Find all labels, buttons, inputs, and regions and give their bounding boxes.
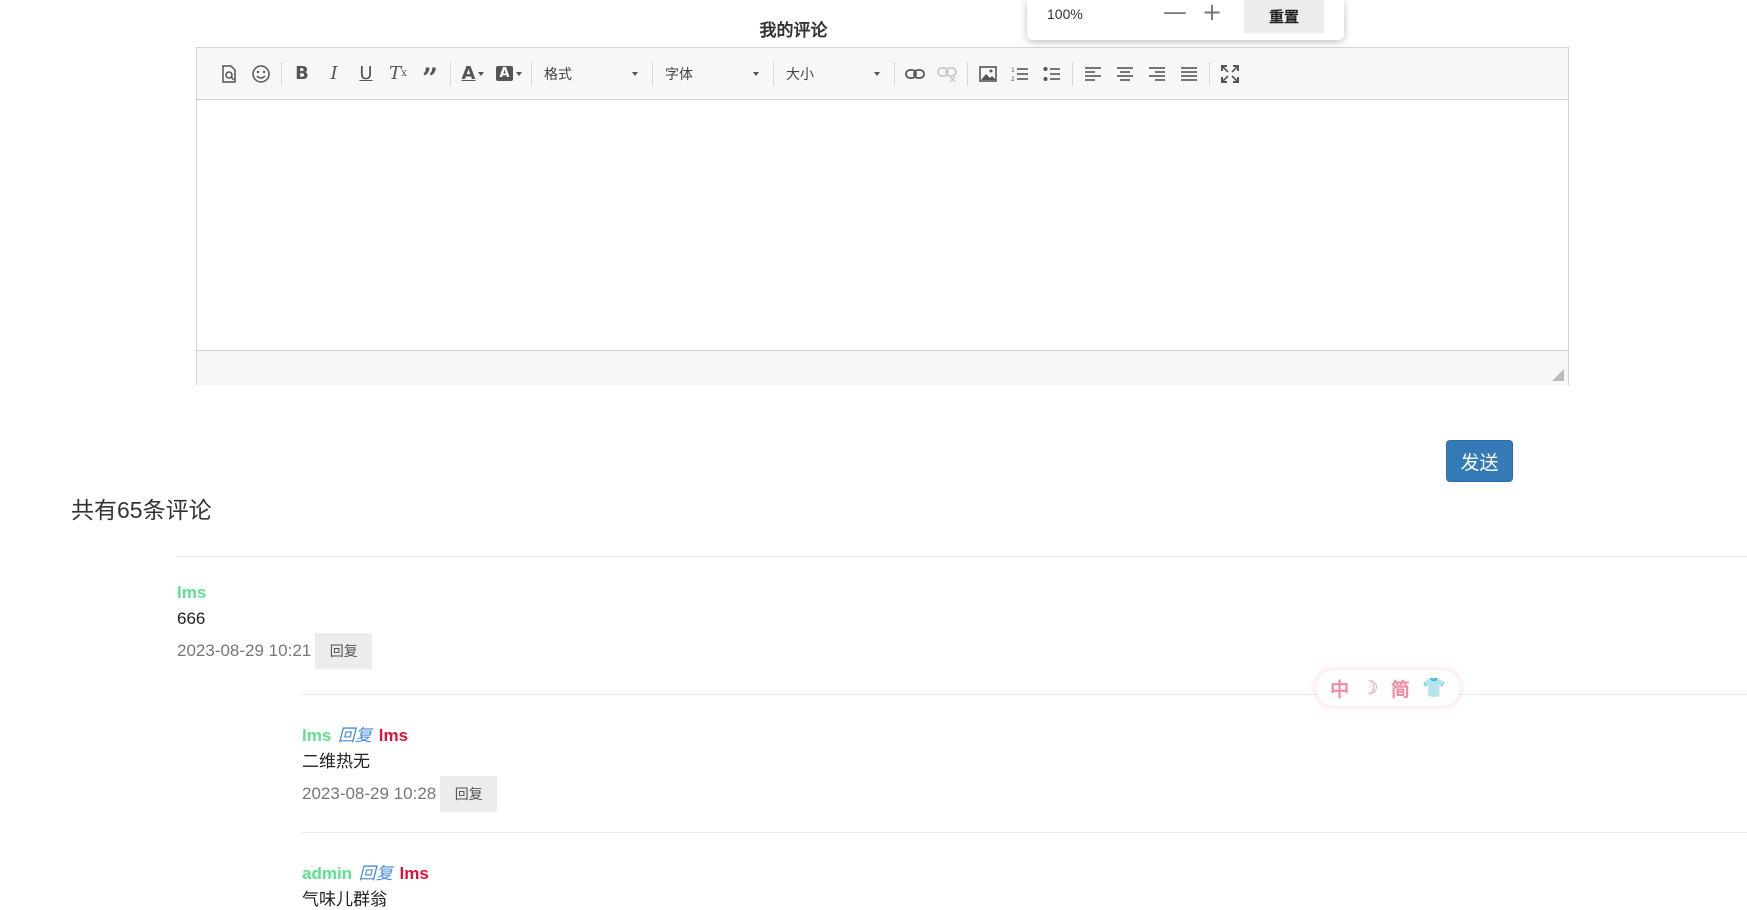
comment-username[interactable]: lms <box>177 583 206 602</box>
toolbar-separator <box>1209 61 1210 86</box>
comment-meta: 2023-08-29 10:28 回复 <box>302 776 498 812</box>
send-button[interactable]: 发送 <box>1446 440 1513 482</box>
reply-button[interactable]: 回复 <box>440 776 498 812</box>
editor-status-bar <box>197 350 1568 385</box>
font-select-label: 字体 <box>665 65 693 82</box>
zoom-level: 100% <box>1047 6 1083 22</box>
emoji-icon[interactable] <box>245 58 277 90</box>
comment-meta: 2023-08-29 10:21 回复 <box>177 633 373 669</box>
simplified-toggle[interactable]: 简 <box>1391 675 1410 702</box>
link-icon[interactable] <box>899 58 931 90</box>
toolbar-separator <box>450 61 451 86</box>
comment-timestamp: 2023-08-29 10:21 <box>177 641 312 660</box>
comment-count: 共有65条评论 <box>71 497 212 523</box>
comment-body: 气味儿群翁 <box>302 890 387 909</box>
comment-divider <box>302 694 1747 695</box>
comment-header: lms 回复 lms <box>302 721 497 746</box>
comment-body: 二维热无 <box>302 752 370 771</box>
comment-item: lms 回复 lms 二维热无 2023-08-29 10:28 回复 <box>302 721 498 812</box>
reply-target-username[interactable]: lms <box>379 726 408 745</box>
svg-text:1: 1 <box>1011 67 1015 74</box>
comment-username[interactable]: admin <box>302 864 352 883</box>
format-select-label: 格式 <box>544 65 572 82</box>
toolbar-separator <box>967 61 968 86</box>
zoom-in-button[interactable]: + <box>1202 0 1222 24</box>
zoom-reset-button[interactable]: 重置 <box>1244 0 1324 33</box>
blockquote-icon[interactable]: ” <box>414 53 446 95</box>
comment-item: admin 回复 lms 气味儿群翁 <box>302 859 429 910</box>
align-center-icon[interactable] <box>1109 58 1141 90</box>
svg-text:2: 2 <box>1011 76 1015 82</box>
align-right-icon[interactable] <box>1141 58 1173 90</box>
toolbar-separator <box>531 61 532 86</box>
align-left-icon[interactable] <box>1077 58 1109 90</box>
ordered-list-icon[interactable]: 12 <box>1004 58 1036 90</box>
bold-icon[interactable]: B <box>286 58 318 90</box>
language-toggle[interactable]: 中 <box>1330 675 1349 702</box>
comment-body: 666 <box>177 609 206 628</box>
unlink-icon[interactable] <box>931 58 963 90</box>
underline-icon[interactable]: U <box>350 58 382 90</box>
resize-handle-icon[interactable] <box>1552 369 1564 381</box>
toolbar-separator <box>652 61 653 86</box>
remove-format-icon[interactable]: Tx <box>382 58 414 90</box>
comment-header: lms <box>177 583 372 608</box>
editor-toolbar: B I U Tx ” A A 格式 字体 大小 1 2 <box>197 48 1568 100</box>
toolbar-separator <box>773 61 774 86</box>
size-select[interactable]: 大小 <box>778 58 890 90</box>
rich-text-editor: B I U Tx ” A A 格式 字体 大小 1 2 <box>196 47 1569 385</box>
moon-icon[interactable]: ☽ <box>1361 677 1378 700</box>
toolbar-separator <box>1072 61 1073 86</box>
size-select-label: 大小 <box>786 65 814 82</box>
reply-button[interactable]: 回复 <box>315 633 373 669</box>
align-justify-icon[interactable] <box>1173 58 1205 90</box>
fullscreen-icon[interactable] <box>1214 58 1246 90</box>
page-title: 我的评论 <box>759 21 828 40</box>
font-select[interactable]: 字体 <box>657 58 769 90</box>
preview-icon[interactable] <box>213 58 245 90</box>
comment-divider <box>177 556 1747 557</box>
font-color-icon[interactable]: A <box>455 58 491 90</box>
editor-content-area[interactable] <box>197 100 1568 350</box>
zoom-out-button[interactable]: — <box>1163 0 1187 24</box>
comment-timestamp: 2023-08-29 10:28 <box>302 784 437 803</box>
toolbar-separator <box>281 61 282 86</box>
italic-icon[interactable]: I <box>318 58 350 90</box>
shirt-icon[interactable]: 👕 <box>1422 676 1446 700</box>
toolbar-separator <box>894 61 895 86</box>
comment-item: lms 666 2023-08-29 10:21 回复 <box>177 583 373 669</box>
comment-header: admin 回复 lms <box>302 859 429 884</box>
chevron-down-icon <box>753 71 759 76</box>
format-select[interactable]: 格式 <box>536 58 648 90</box>
zoom-popup: 100% — + 重置 <box>1027 0 1344 40</box>
reply-indicator: 回复 <box>338 726 373 745</box>
comment-divider <box>302 832 1747 833</box>
unordered-list-icon[interactable] <box>1036 58 1068 90</box>
chevron-down-icon <box>874 71 880 76</box>
floating-widget: 中 ☽ 简 👕 <box>1316 670 1460 706</box>
reply-indicator: 回复 <box>358 864 393 883</box>
chevron-down-icon <box>632 71 638 76</box>
reply-target-username[interactable]: lms <box>400 864 429 883</box>
comment-username[interactable]: lms <box>302 726 331 745</box>
background-color-icon[interactable]: A <box>491 58 527 90</box>
image-icon[interactable] <box>972 58 1004 90</box>
